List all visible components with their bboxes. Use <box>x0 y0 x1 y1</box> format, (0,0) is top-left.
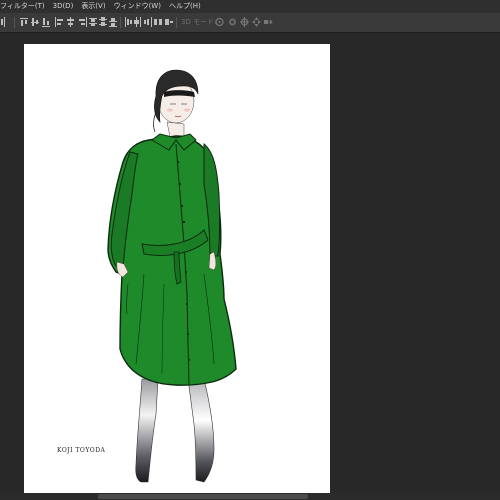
menu-bar: フィルター(T) 3D(D) 表示(V) ウィンドウ(W) ヘルプ(H) <box>0 0 500 13</box>
align-right-icon[interactable] <box>79 17 87 27</box>
menu-window[interactable]: ウィンドウ(W) <box>110 0 165 13</box>
scrollbar-thumb[interactable] <box>98 494 308 499</box>
menu-3d[interactable]: 3D(D) <box>49 0 78 13</box>
artist-signature: KOJI TOYODA <box>57 447 106 454</box>
menu-filter[interactable]: フィルター(T) <box>0 0 49 13</box>
toolbar-separator <box>120 17 121 28</box>
distribute-vcenter-icon[interactable] <box>99 17 107 27</box>
distribute-hcenter-icon[interactable] <box>134 17 142 27</box>
toolbar-separator <box>14 17 15 28</box>
distribute-right-icon[interactable] <box>144 17 152 27</box>
toolbar-separator <box>176 17 177 28</box>
distribute-top-icon[interactable] <box>89 17 97 27</box>
menu-help[interactable]: ヘルプ(H) <box>165 0 205 13</box>
fashion-illustration <box>107 69 237 483</box>
menu-view[interactable]: 表示(V) <box>77 0 109 13</box>
options-bar <box>0 13 500 33</box>
align-left-icon[interactable] <box>55 17 63 27</box>
distribute-left-icon[interactable] <box>124 17 132 27</box>
auto-align-icon[interactable] <box>165 17 173 27</box>
distribute-bottom-icon[interactable] <box>109 17 117 27</box>
3d-mode-label: 3D モード: <box>181 18 217 26</box>
horizontal-scrollbar[interactable] <box>0 493 500 500</box>
align-bottom-icon[interactable] <box>42 17 50 27</box>
slide-3d-icon[interactable] <box>252 17 261 27</box>
align-hcenter-icon[interactable] <box>66 17 74 27</box>
align-icon[interactable] <box>1 17 9 27</box>
align-vcenter-icon[interactable] <box>31 17 39 27</box>
align-top-icon[interactable] <box>20 17 28 27</box>
distribute-spacing-icon[interactable] <box>154 17 162 27</box>
document-canvas[interactable]: KOJI TOYODA <box>24 44 330 500</box>
drag-3d-icon[interactable] <box>240 17 249 27</box>
scale-3d-icon[interactable] <box>264 17 273 27</box>
photoshop-window: フィルター(T) 3D(D) 表示(V) ウィンドウ(W) ヘルプ(H) 3D … <box>0 0 500 500</box>
roll-3d-icon[interactable] <box>228 17 236 27</box>
